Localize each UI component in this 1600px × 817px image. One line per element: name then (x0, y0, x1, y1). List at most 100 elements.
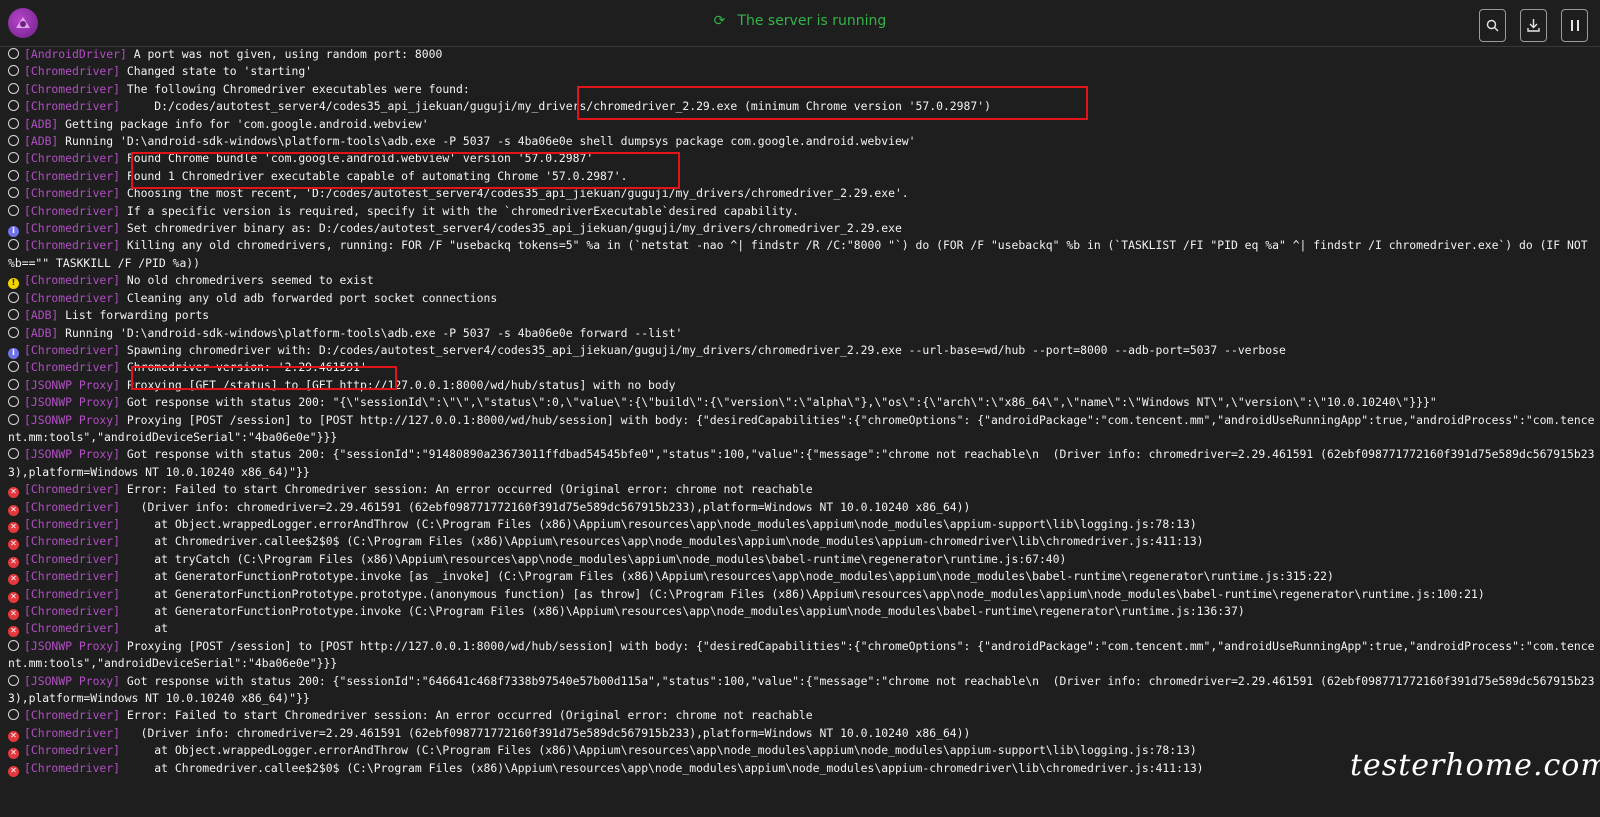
debug-icon (8, 326, 19, 338)
log-entry: [ADB] Running 'D:\android-sdk-windows\pl… (8, 133, 1596, 150)
log-entry: ✕ [Chromedriver] at Chromedriver.callee$2… (8, 533, 1596, 551)
refresh-icon: ⟳ (713, 13, 726, 29)
log-prefix: [Chromedriver] (24, 360, 121, 375)
log-entry: [Chromedriver] Error: Failed to start Ch… (8, 707, 1596, 724)
log-entry: [Chromedriver] If a specific version is … (8, 203, 1596, 220)
log-message: A port was not given, using random port:… (126, 47, 443, 61)
warn-icon: ! (8, 278, 19, 290)
log-message: Running 'D:\android-sdk-windows\platform… (58, 325, 683, 340)
error-icon: ✕ (8, 539, 19, 551)
log-prefix: [ADB] (24, 116, 59, 131)
log-prefix: [Chromedriver] (24, 342, 121, 357)
pause-server-button[interactable] (1561, 9, 1588, 42)
log-prefix: [ADB] (24, 308, 59, 323)
debug-icon (8, 309, 19, 321)
log-prefix: [JSONWP Proxy] (24, 638, 121, 653)
log-entry: [JSONWP Proxy] Got response with status … (8, 673, 1596, 708)
log-prefix: [Chromedriver] (24, 273, 121, 288)
log-entry: ✕ [Chromedriver] at GeneratorFunctionProt… (8, 586, 1596, 603)
log-message: at Chromedriver.callee$2$0$ (C:\Program … (120, 760, 1204, 775)
log-message: at Chromedriver.callee$2$0$ (C:\Program … (120, 534, 1204, 549)
log-prefix: [Chromedriver] (24, 499, 121, 514)
debug-icon (8, 204, 19, 216)
log-message: (Driver info: chromedriver=2.29.461591 (… (120, 499, 971, 514)
log-prefix: [Chromedriver] (24, 81, 121, 96)
log-prefix: [AndroidDriver] (24, 47, 127, 61)
error-icon: ✕ (8, 748, 19, 760)
log-prefix: [Chromedriver] (24, 203, 121, 218)
log-entry: ✕ [Chromedriver] (Driver info: chromedriv… (8, 499, 1596, 516)
error-icon: ✕ (8, 730, 19, 742)
log-prefix: [Chromedriver] (24, 482, 121, 497)
debug-icon (8, 48, 19, 59)
highlight-box-chrome-version (131, 152, 680, 189)
log-entry: [ADB] Running 'D:\android-sdk-windows\pl… (8, 325, 1596, 342)
debug-icon (8, 378, 19, 390)
debug-icon (8, 674, 19, 686)
debug-icon (8, 117, 19, 129)
download-icon (1527, 19, 1540, 32)
log-prefix: [JSONWP Proxy] (24, 395, 121, 410)
error-icon: ✕ (8, 487, 19, 499)
log-prefix: [Chromedriver] (24, 569, 121, 584)
debug-icon (8, 396, 19, 408)
log-entry: [ADB] List forwarding ports (8, 307, 1596, 324)
log-prefix: [Chromedriver] (24, 621, 121, 636)
debug-icon (8, 65, 19, 77)
log-message: Got response with status 200: {"sessionI… (8, 673, 1595, 706)
error-icon: ✕ (8, 765, 19, 777)
log-entry: ✕ [Chromedriver] at GeneratorFunctionProt… (8, 568, 1596, 586)
debug-icon (8, 291, 19, 303)
log-prefix: [JSONWP Proxy] (24, 673, 121, 688)
log-prefix: [Chromedriver] (24, 708, 121, 723)
info-icon: i (8, 347, 19, 359)
log-message: Killing any old chromedrivers, running: … (8, 238, 1595, 270)
error-icon: ✕ (8, 556, 19, 568)
debug-icon (8, 152, 19, 164)
debug-icon (8, 448, 19, 460)
log-message: Changed state to 'starting' (120, 64, 313, 79)
log-prefix: [JSONWP Proxy] (24, 447, 121, 462)
log-entry: [JSONWP Proxy] Got response with status … (8, 394, 1596, 411)
search-logs-button[interactable] (1479, 9, 1506, 42)
log-prefix: [Chromedriver] (24, 151, 121, 166)
log-message: No old chromedrivers seemed to exist (120, 273, 374, 288)
error-icon: ✕ (8, 504, 19, 516)
debug-icon (8, 361, 19, 373)
log-entry: [Chromedriver] Killing any old chromedri… (8, 237, 1596, 272)
log-message: If a specific version is required, speci… (120, 203, 799, 218)
log-message: The following Chromedriver executables w… (120, 81, 470, 96)
error-icon: ✕ (8, 609, 19, 620)
debug-icon (8, 709, 19, 721)
log-message: Got response with status 200: {"sessionI… (8, 447, 1595, 479)
log-message: at GeneratorFunctionPrototype.invoke (C:… (120, 604, 1245, 618)
debug-icon (8, 239, 19, 251)
log-prefix: [Chromedriver] (24, 168, 121, 183)
server-header: ⟳ The server is running (0, 0, 1600, 47)
log-message: Spawning chromedriver with: D:/codes/aut… (120, 342, 1286, 357)
log-entry: ✕ [Chromedriver] at (8, 620, 1596, 638)
log-message: at Object.wrappedLogger.errorAndThrow (C… (120, 516, 1197, 531)
debug-icon (8, 169, 19, 181)
debug-icon (8, 639, 19, 651)
log-entry: [JSONWP Proxy] Proxying [POST /session] … (8, 412, 1596, 447)
debug-icon (8, 135, 19, 147)
log-prefix: [Chromedriver] (24, 238, 121, 253)
log-prefix: [Chromedriver] (24, 551, 121, 566)
log-message: Set chromedriver binary as: D:/codes/aut… (120, 221, 902, 236)
log-message: Proxying [POST /session] to [POST http:/… (8, 638, 1595, 671)
debug-icon (8, 100, 19, 112)
log-entry: [Chromedriver] Changed state to 'startin… (8, 63, 1596, 80)
log-message: List forwarding ports (58, 308, 210, 323)
error-icon: ✕ (8, 574, 19, 586)
log-entry: ✕ [Chromedriver] at Object.wrappedLogger.… (8, 516, 1596, 533)
log-entry: [JSONWP Proxy] Got response with status … (8, 446, 1596, 481)
log-entry: [Chromedriver] Cleaning any old adb forw… (8, 290, 1596, 307)
log-prefix: [Chromedriver] (24, 586, 121, 601)
log-prefix: [JSONWP Proxy] (24, 377, 121, 392)
log-prefix: [ADB] (24, 134, 59, 149)
download-logs-button[interactable] (1520, 9, 1547, 42)
log-entry: ✕ [Chromedriver] Error: Failed to start C… (8, 481, 1596, 499)
log-message: Cleaning any old adb forwarded port sock… (120, 290, 498, 305)
log-message: at GeneratorFunctionPrototype.prototype.… (120, 586, 1485, 601)
